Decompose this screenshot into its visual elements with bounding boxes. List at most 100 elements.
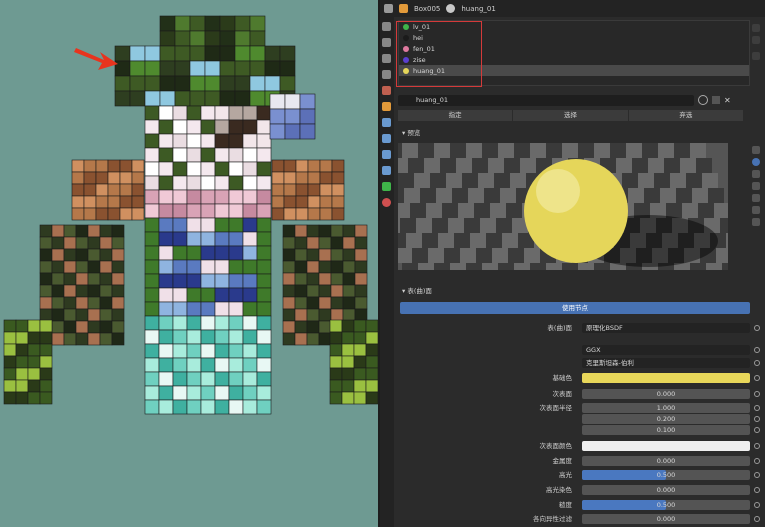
- keyframe-dot-icon[interactable]: [754, 502, 760, 508]
- voxel: [95, 171, 109, 185]
- keyframe-dot-icon[interactable]: [754, 375, 760, 381]
- preview-hair-icon[interactable]: [752, 182, 760, 190]
- voxel: [75, 308, 89, 322]
- duplicate-icon[interactable]: [712, 96, 720, 104]
- voxel: [144, 259, 160, 275]
- preview-cloth-icon[interactable]: [752, 206, 760, 214]
- checker-tile: [478, 173, 494, 188]
- keyframe-dot-icon[interactable]: [754, 487, 760, 493]
- deselect-button[interactable]: 弃选: [628, 110, 743, 121]
- keyframe-dot-icon[interactable]: [754, 360, 760, 366]
- constraints-tab-icon[interactable]: [382, 166, 391, 175]
- property-value-field[interactable]: 0.000: [582, 389, 750, 399]
- material-tab-icon[interactable]: [382, 198, 391, 207]
- voxel: [186, 371, 202, 387]
- keyframe-dot-icon[interactable]: [754, 416, 760, 422]
- voxel: [200, 329, 216, 345]
- keyframe-dot-icon[interactable]: [754, 325, 760, 331]
- slot-menu-icon[interactable]: [752, 52, 760, 60]
- voxel: [51, 260, 65, 274]
- property-value-field[interactable]: 原理化BSDF: [582, 323, 750, 333]
- preview-section-header[interactable]: ▾ 预览: [394, 127, 765, 140]
- voxel: [283, 183, 297, 197]
- checker-tile: [524, 248, 540, 263]
- keyframe-dot-icon[interactable]: [754, 427, 760, 433]
- particles-tab-icon[interactable]: [382, 134, 391, 143]
- voxel: [172, 315, 188, 331]
- voxel: [219, 45, 236, 62]
- keyframe-dot-icon[interactable]: [754, 516, 760, 522]
- voxel: [306, 260, 320, 274]
- property-value-field[interactable]: 0.000: [582, 485, 750, 495]
- remove-slot-icon[interactable]: [752, 36, 760, 44]
- tool-tab-icon[interactable]: [382, 22, 391, 31]
- voxel: [200, 399, 216, 415]
- voxel: [295, 195, 309, 209]
- view-layer-tab-icon[interactable]: [382, 70, 391, 79]
- keyframe-dot-icon[interactable]: [754, 347, 760, 353]
- assign-button[interactable]: 指定: [398, 110, 513, 121]
- checker-tile: [426, 203, 442, 218]
- add-slot-icon[interactable]: [752, 24, 760, 32]
- use-nodes-button[interactable]: 使用节点: [400, 302, 750, 314]
- voxel: [114, 75, 131, 92]
- preview-sphere-icon[interactable]: [752, 158, 760, 166]
- color-swatch-field[interactable]: [582, 373, 750, 383]
- property-value-field[interactable]: 0.000: [582, 456, 750, 466]
- keyframe-dot-icon[interactable]: [754, 472, 760, 478]
- checker-tile: [474, 203, 490, 218]
- property-value-field[interactable]: 0.500: [582, 500, 750, 510]
- property-value-field[interactable]: 0.500: [582, 470, 750, 480]
- preview-flat-icon[interactable]: [752, 146, 760, 154]
- property-value-field[interactable]: 0.000: [582, 514, 750, 524]
- voxel: [214, 175, 230, 191]
- render-tab-icon[interactable]: [382, 38, 391, 47]
- physics-tab-icon[interactable]: [382, 150, 391, 159]
- voxel: [119, 171, 133, 185]
- voxel: [107, 183, 121, 197]
- voxel: [63, 296, 77, 310]
- keyframe-dot-icon[interactable]: [754, 458, 760, 464]
- 3d-viewport[interactable]: [0, 0, 378, 527]
- surface-section-header[interactable]: ▾ 表(曲)面: [394, 285, 765, 298]
- voxel: [186, 217, 202, 233]
- fake-user-icon[interactable]: [698, 95, 708, 105]
- checker-tile: [434, 143, 450, 158]
- checker-tile: [466, 263, 482, 270]
- unlink-icon[interactable]: ✕: [724, 96, 731, 105]
- preview-fluid-icon[interactable]: [752, 218, 760, 226]
- property-value-field[interactable]: 0.100: [582, 425, 750, 435]
- voxel: [99, 224, 113, 238]
- keyframe-dot-icon[interactable]: [754, 405, 760, 411]
- output-tab-icon[interactable]: [382, 54, 391, 63]
- object-name[interactable]: Box005: [414, 5, 440, 13]
- voxel: [365, 379, 378, 393]
- property-value-field[interactable]: 0.200: [582, 414, 750, 424]
- property-row: 0.200: [394, 414, 762, 425]
- scene-tab-icon[interactable]: [382, 86, 391, 95]
- voxel: [158, 371, 174, 387]
- keyframe-dot-icon[interactable]: [754, 443, 760, 449]
- material-name-header[interactable]: huang_01: [461, 5, 495, 13]
- preview-shaderball-icon[interactable]: [752, 194, 760, 202]
- editor-type-icon[interactable]: [384, 4, 393, 13]
- select-button[interactable]: 选择: [513, 110, 628, 121]
- object-tab-icon[interactable]: [382, 102, 391, 111]
- material-name-field[interactable]: huang_01: [398, 94, 694, 106]
- data-tab-icon[interactable]: [382, 182, 391, 191]
- voxel: [158, 119, 174, 135]
- property-value-field[interactable]: GGX: [582, 345, 750, 355]
- color-swatch-field[interactable]: [582, 441, 750, 451]
- keyframe-dot-icon[interactable]: [754, 391, 760, 397]
- property-value-field[interactable]: 克里斯坦森-伯利: [582, 358, 750, 368]
- voxel: [144, 231, 160, 247]
- voxel: [228, 105, 244, 121]
- preview-cube-icon[interactable]: [752, 170, 760, 178]
- voxel: [330, 296, 344, 310]
- modifier-tab-icon[interactable]: [382, 118, 391, 127]
- checker-tile: [498, 143, 514, 158]
- property-row: GGX: [394, 345, 762, 356]
- property-value-field[interactable]: 1.000: [582, 403, 750, 413]
- property-row: 次表面颜色: [394, 441, 762, 452]
- voxel: [234, 75, 251, 92]
